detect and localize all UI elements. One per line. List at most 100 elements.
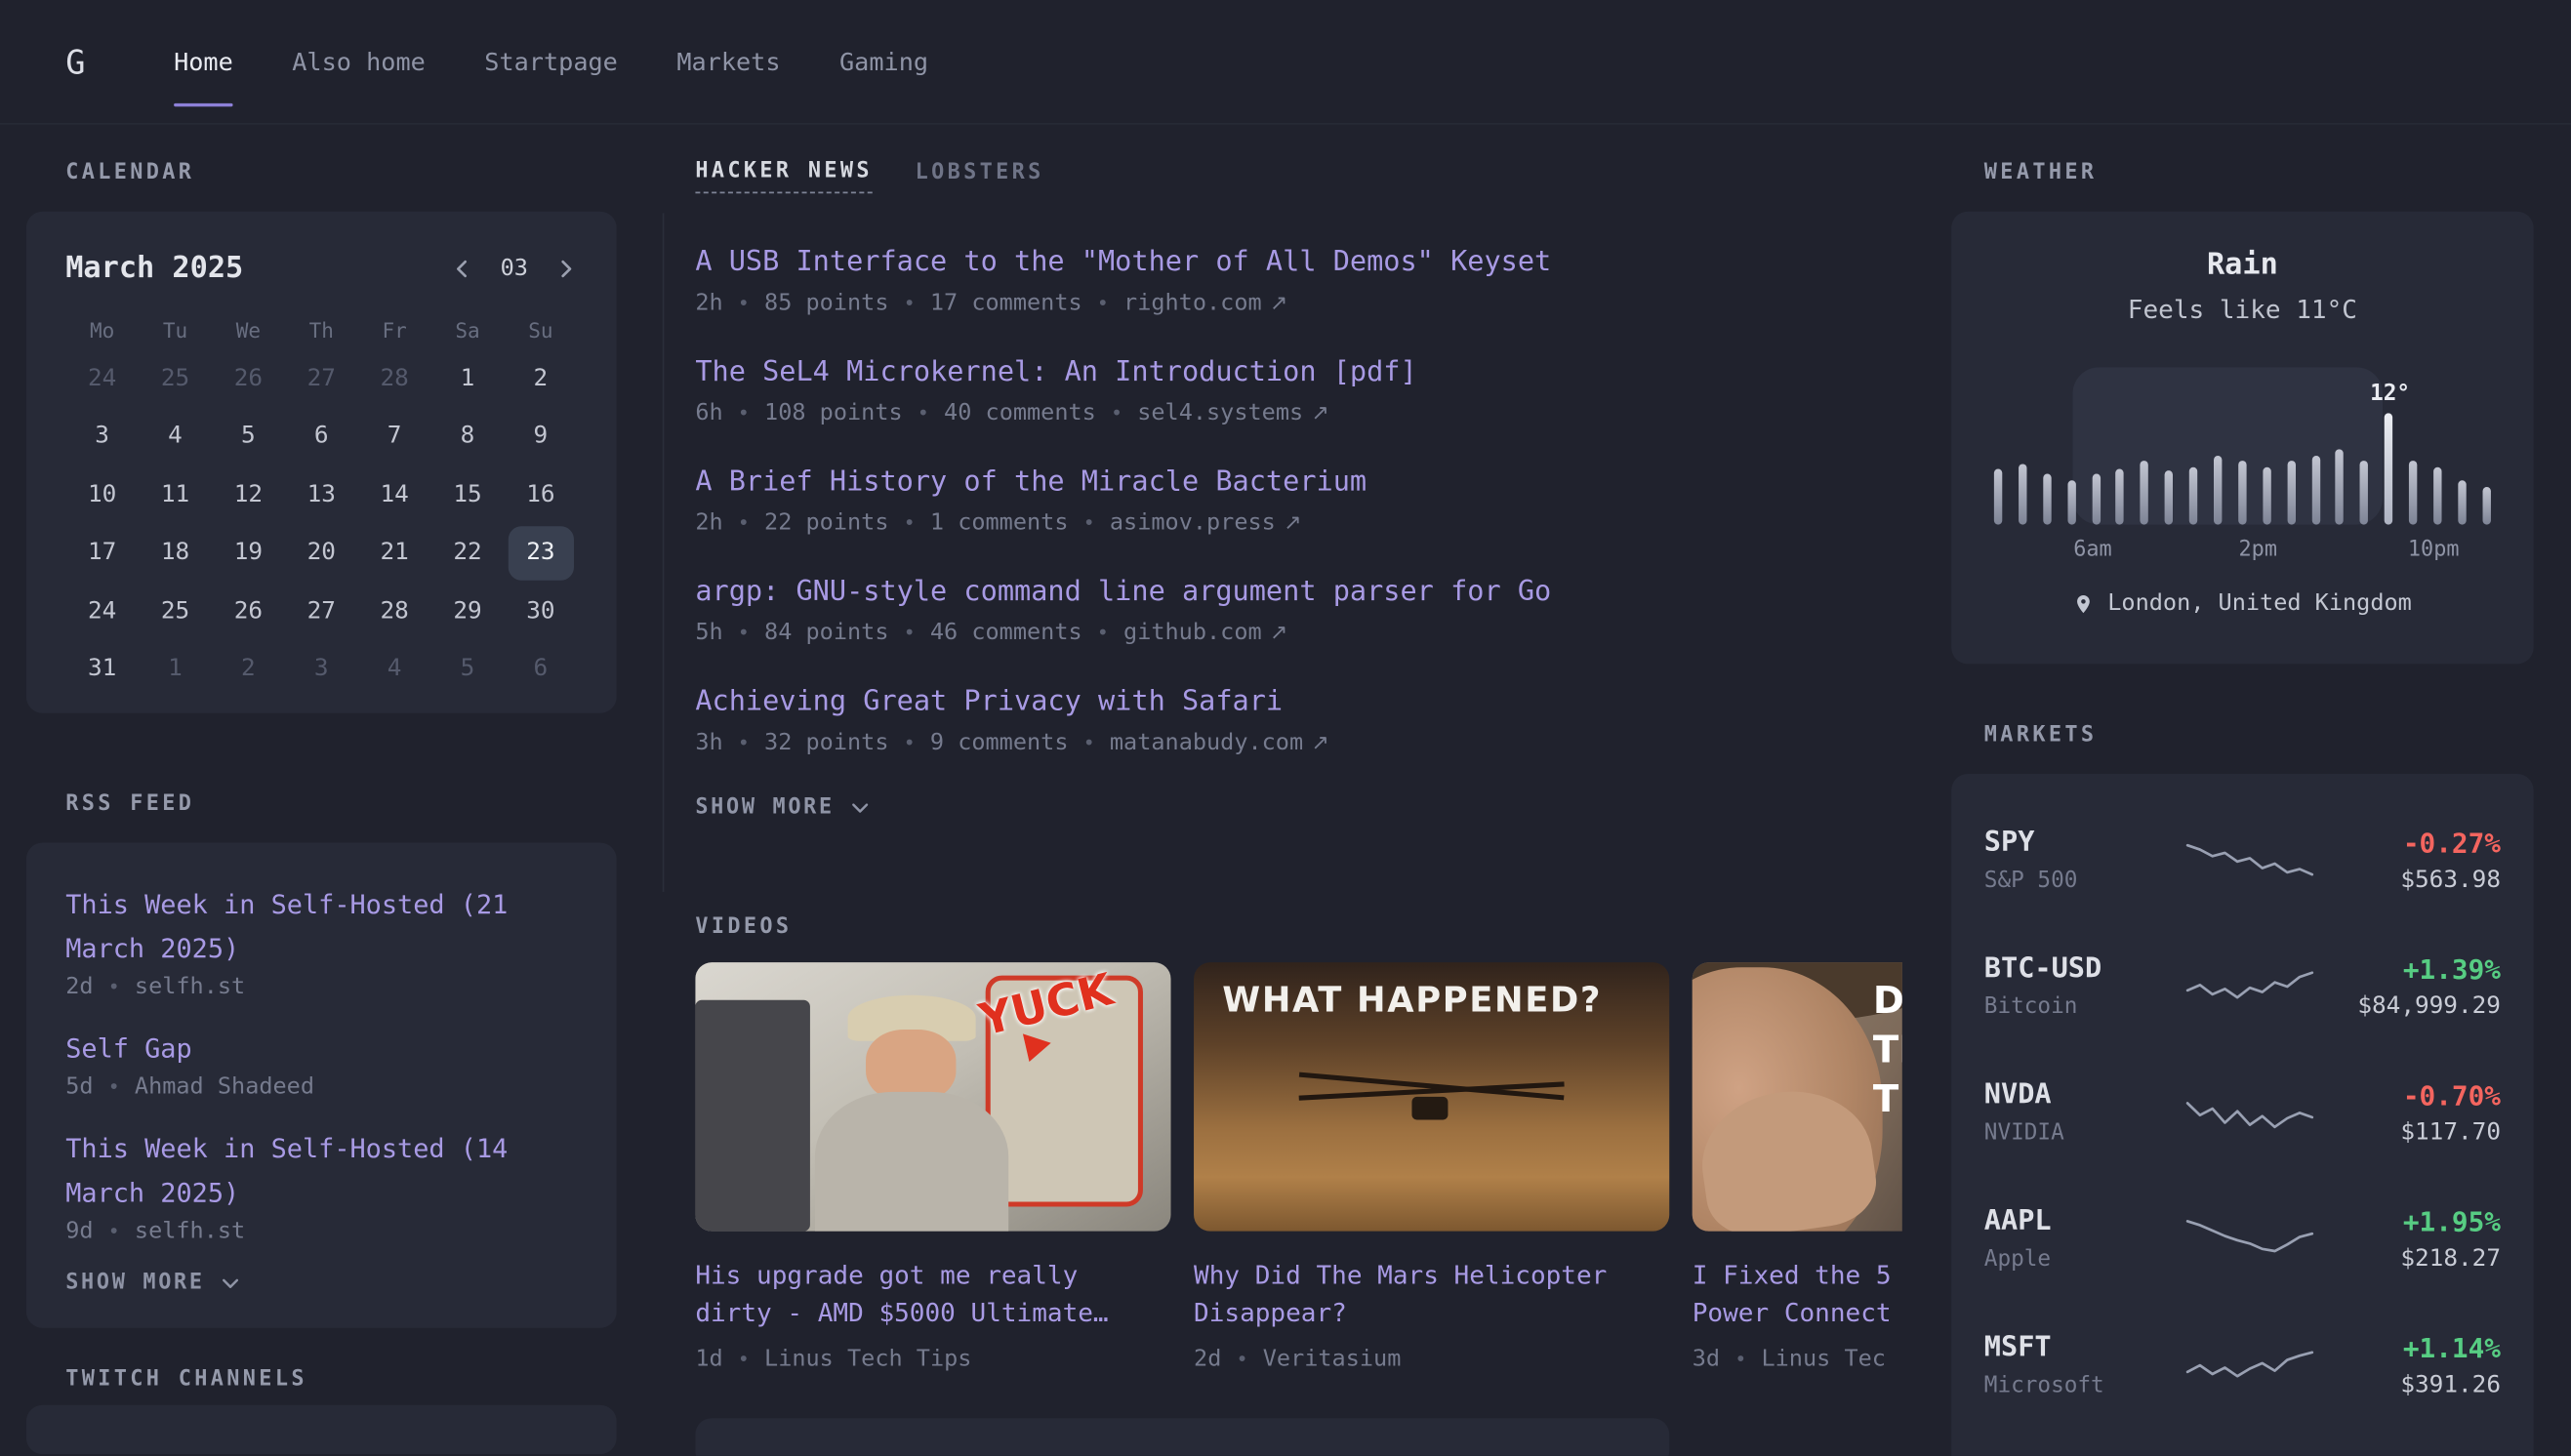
calendar-day[interactable]: 19 <box>216 525 281 579</box>
story-comments-link[interactable]: 46 comments <box>930 620 1082 646</box>
calendar-day[interactable]: 16 <box>508 467 573 521</box>
calendar-day[interactable]: 21 <box>362 525 428 579</box>
calendar-day[interactable]: 27 <box>289 351 354 405</box>
calendar-next-button[interactable] <box>554 257 578 280</box>
calendar-day[interactable]: 24 <box>69 584 135 637</box>
video-title[interactable]: I Fixed the 5Power Connect <box>1693 1258 1902 1333</box>
story-comments-link[interactable]: 1 comments <box>930 509 1069 536</box>
story-comments-link[interactable]: 17 comments <box>930 290 1082 316</box>
nav-item-markets[interactable]: Markets <box>676 0 780 123</box>
market-change: +1.95% <box>2317 1206 2501 1237</box>
calendar-day[interactable]: 7 <box>362 409 428 463</box>
weekday-label: We <box>212 318 285 343</box>
calendar-day[interactable]: 25 <box>143 351 208 405</box>
calendar-day[interactable]: 24 <box>69 351 135 405</box>
calendar-day[interactable]: 27 <box>289 584 354 637</box>
meta-dot: • <box>108 1075 120 1099</box>
calendar-day[interactable]: 2 <box>508 351 573 405</box>
calendar-day[interactable]: 1 <box>434 351 500 405</box>
story-source-link[interactable]: asimov.press↗ <box>1110 509 1302 536</box>
app-logo[interactable]: G <box>65 42 99 81</box>
video-title[interactable]: His upgrade got me reallydirty - AMD $50… <box>695 1258 1170 1333</box>
left-column: CALENDAR March 2025 03 MoTuWeThFrSaSu 24… <box>26 125 617 1454</box>
market-row-aapl[interactable]: AAPLApple+1.95%$218.27 <box>1984 1176 2501 1302</box>
market-row-msft[interactable]: MSFTMicrosoft+1.14%$391.26 <box>1984 1302 2501 1428</box>
story-source-link[interactable]: github.com↗ <box>1123 620 1287 646</box>
hn-story-title[interactable]: argp: GNU-style command line argument pa… <box>695 576 1901 609</box>
hn-story-title[interactable]: The SeL4 Microkernel: An Introduction [p… <box>695 356 1901 389</box>
calendar-day[interactable]: 26 <box>216 584 281 637</box>
calendar-day[interactable]: 28 <box>362 351 428 405</box>
story-comments-link[interactable]: 9 comments <box>930 730 1069 756</box>
nav-item-gaming[interactable]: Gaming <box>839 0 928 123</box>
hn-story-title[interactable]: A USB Interface to the "Mother of All De… <box>695 246 1901 279</box>
calendar-day[interactable]: 28 <box>362 584 428 637</box>
calendar-day[interactable]: 4 <box>143 409 208 463</box>
video-thumbnail[interactable]: YUCK <box>695 962 1170 1232</box>
story-comments-link[interactable]: 40 comments <box>944 400 1096 426</box>
calendar-day[interactable]: 25 <box>143 584 208 637</box>
hn-show-more-button[interactable]: SHOW MORE <box>695 795 870 820</box>
market-row-nvda[interactable]: NVDANVIDIA-0.70%$117.70 <box>1984 1049 2501 1175</box>
calendar-day[interactable]: 8 <box>434 409 500 463</box>
rss-item-title[interactable]: This Week in Self-Hosted (21March 2025) <box>65 882 577 971</box>
video-thumbnail[interactable]: WHAT HAPPENED? <box>1194 962 1669 1232</box>
calendar-day[interactable]: 26 <box>216 351 281 405</box>
calendar-day[interactable]: 20 <box>289 525 354 579</box>
calendar-prev-button[interactable] <box>451 257 474 280</box>
calendar-day[interactable]: 6 <box>289 409 354 463</box>
calendar-day-selected[interactable]: 23 <box>508 525 573 579</box>
calendar-day[interactable]: 12 <box>216 467 281 521</box>
calendar-grid: 2425262728123456789101112131415161718192… <box>65 349 577 699</box>
sparkline-chart <box>2183 1079 2314 1145</box>
video-thumbnail[interactable]: DOTHT <box>1693 962 1902 1232</box>
calendar-day[interactable]: 5 <box>216 409 281 463</box>
calendar-day[interactable]: 4 <box>362 642 428 696</box>
nav-item-home[interactable]: Home <box>174 0 233 123</box>
feed-tab-lobsters[interactable]: LOBSTERS <box>916 159 1044 193</box>
market-values: -0.70%$117.70 <box>2317 1079 2501 1145</box>
calendar-day[interactable]: 22 <box>434 525 500 579</box>
rss-item-title[interactable]: Self Gap <box>65 1027 577 1071</box>
market-change: +1.39% <box>2317 953 2501 985</box>
calendar-day[interactable]: 18 <box>143 525 208 579</box>
calendar-day[interactable]: 10 <box>69 467 135 521</box>
market-row-btc-usd[interactable]: BTC-USDBitcoin+1.39%$84,999.29 <box>1984 923 2501 1049</box>
hn-story-title[interactable]: A Brief History of the Miracle Bacterium <box>695 465 1901 499</box>
rss-show-more-button[interactable]: SHOW MORE <box>65 1271 240 1295</box>
calendar-day[interactable]: 13 <box>289 467 354 521</box>
nav-item-startpage[interactable]: Startpage <box>484 0 618 123</box>
calendar-day[interactable]: 11 <box>143 467 208 521</box>
calendar-day[interactable]: 9 <box>508 409 573 463</box>
feed-tab-hacker-news[interactable]: HACKER NEWS <box>695 159 873 193</box>
calendar-day[interactable]: 5 <box>434 642 500 696</box>
rss-item-meta: 2d•selfh.st <box>65 974 577 1000</box>
calendar-day[interactable]: 31 <box>69 642 135 696</box>
calendar-day[interactable]: 6 <box>508 642 573 696</box>
nav-item-also-home[interactable]: Also home <box>292 0 426 123</box>
calendar-day[interactable]: 29 <box>434 584 500 637</box>
hn-story-title[interactable]: Achieving Great Privacy with Safari <box>695 685 1901 718</box>
weather-time-label: 6am <box>2073 538 2111 562</box>
dashboard-page: G HomeAlso homeStartpageMarketsGaming CA… <box>0 0 2571 1456</box>
calendar-day[interactable]: 14 <box>362 467 428 521</box>
calendar-day[interactable]: 30 <box>508 584 573 637</box>
calendar-day[interactable]: 17 <box>69 525 135 579</box>
video-title[interactable]: Why Did The Mars HelicopterDisappear? <box>1194 1258 1669 1333</box>
calendar-day[interactable]: 1 <box>143 642 208 696</box>
calendar-day[interactable]: 3 <box>289 642 354 696</box>
calendar-day[interactable]: 3 <box>69 409 135 463</box>
weather-hour-bar <box>2287 461 2295 525</box>
calendar-day[interactable]: 2 <box>216 642 281 696</box>
market-row-spy[interactable]: SPYS&P 500-0.27%$563.98 <box>1984 796 2501 922</box>
market-name: Bitcoin <box>1984 993 2182 1020</box>
external-link-icon: ↗ <box>1270 621 1287 645</box>
calendar-day[interactable]: 15 <box>434 467 500 521</box>
video-item: YUCK His upgrade got me reallydirty - AMD… <box>695 962 1170 1372</box>
thumbnail-overlay-text: WHAT HAPPENED? <box>1222 981 1602 1020</box>
story-source-link[interactable]: sel4.systems↗ <box>1137 400 1329 426</box>
rss-item-title[interactable]: This Week in Self-Hosted (14March 2025) <box>65 1126 577 1215</box>
story-source-link[interactable]: matanabudy.com↗ <box>1110 730 1329 756</box>
story-source-link[interactable]: righto.com↗ <box>1123 290 1287 316</box>
weather-hour-bar <box>1994 468 2002 524</box>
